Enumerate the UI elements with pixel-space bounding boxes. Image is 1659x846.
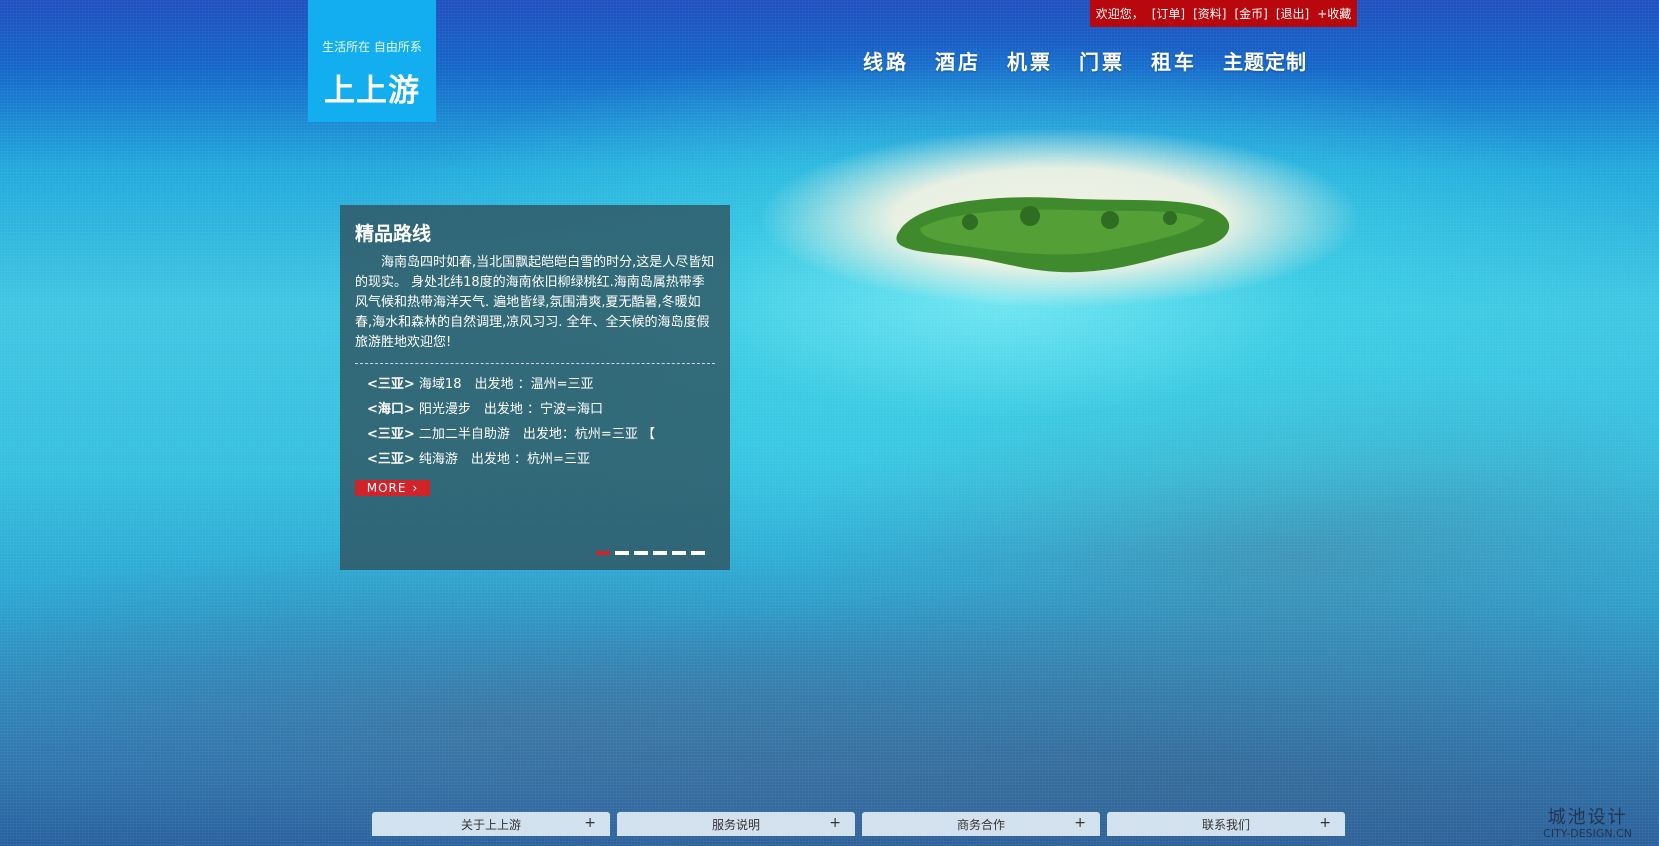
main-nav: 线路 酒店 机票 门票 租车 主题定制: [863, 46, 1307, 76]
nav-item-flights[interactable]: 机票: [1007, 46, 1053, 76]
footer-tabs: 关于上上游 + 服务说明 + 商务合作 + 联系我们 +: [372, 812, 1345, 836]
brand-tagline: 生活所在 自由所系: [322, 40, 422, 54]
slide-dot[interactable]: [634, 551, 648, 555]
plus-icon: +: [829, 815, 841, 831]
featured-routes-panel: 精品路线 海南岛四时如春,当北国飘起皑皑白雪的时分,这是人尽皆知的现实。 身处北…: [340, 205, 730, 570]
slide-indicator: [596, 551, 705, 555]
panel-title: 精品路线: [355, 223, 432, 245]
slide-dot[interactable]: [691, 551, 705, 555]
nav-item-routes[interactable]: 线路: [863, 46, 909, 76]
logout-link[interactable]: [退出]: [1276, 5, 1309, 22]
profile-link[interactable]: [资料]: [1193, 5, 1226, 22]
footer-tab-label: 关于上上游: [460, 817, 521, 832]
route-text: 阳光漫步 出发地 ：宁波=海口: [414, 402, 603, 417]
more-button[interactable]: MORE ›: [355, 480, 430, 496]
footer-tab-label: 服务说明: [711, 817, 760, 832]
watermark-en: CITY-DESIGN.CN: [1543, 827, 1632, 840]
more-label: MORE: [366, 481, 407, 495]
route-item[interactable]: <三亚> 二加二半自助游 出发地：杭州=三亚 【: [367, 422, 715, 447]
nav-item-hotels[interactable]: 酒店: [935, 46, 981, 76]
slide-dot[interactable]: [615, 551, 629, 555]
nav-item-custom-themes[interactable]: 主题定制: [1223, 46, 1307, 76]
route-destination-tag: <三亚>: [367, 452, 415, 467]
footer-tab-about[interactable]: 关于上上游 +: [372, 812, 610, 836]
nav-item-tickets[interactable]: 门票: [1079, 46, 1125, 76]
route-text: 二加二半自助游 出发地：杭州=三亚 【: [414, 427, 655, 442]
plus-icon: +: [1074, 815, 1086, 831]
brand-name: 上上游: [324, 73, 420, 109]
route-item[interactable]: <三亚> 海域18 出发地 ：温州=三亚: [367, 372, 715, 397]
footer-tab-services[interactable]: 服务说明 +: [617, 812, 855, 836]
nav-item-car-rental[interactable]: 租车: [1151, 46, 1197, 76]
route-item[interactable]: <三亚> 纯海游 出发地 ：杭州=三亚: [367, 447, 715, 472]
route-list: <三亚> 海域18 出发地 ：温州=三亚 <海口> 阳光漫步 出发地 ：宁波=海…: [355, 372, 715, 472]
footer-tab-business[interactable]: 商务合作 +: [862, 812, 1100, 836]
route-item[interactable]: <海口> 阳光漫步 出发地 ：宁波=海口: [367, 397, 715, 422]
account-bar: 欢迎您， [订单] [资料] [金币] [退出] +收藏: [1090, 0, 1357, 27]
plus-icon: +: [584, 815, 596, 831]
welcome-text: 欢迎您，: [1095, 7, 1144, 21]
favorite-link[interactable]: +收藏: [1317, 5, 1351, 22]
plus-icon: +: [1319, 815, 1331, 831]
watermark: 城池设计 CITY-DESIGN.CN: [1543, 803, 1632, 840]
chevron-right-icon: ›: [412, 481, 419, 495]
route-destination-tag: <海口>: [367, 402, 415, 417]
slide-dot[interactable]: [672, 551, 686, 555]
route-text: 海域18 出发地 ：温州=三亚: [414, 377, 594, 392]
slide-dot[interactable]: [653, 551, 667, 555]
footer-tab-contact[interactable]: 联系我们 +: [1107, 812, 1345, 836]
route-text: 纯海游 出发地 ：杭州=三亚: [414, 452, 590, 467]
island-background-image: [880, 190, 1250, 280]
panel-divider: [355, 363, 715, 364]
footer-tab-label: 商务合作: [956, 817, 1005, 832]
orders-link[interactable]: [订单]: [1152, 5, 1185, 22]
route-destination-tag: <三亚>: [367, 377, 415, 392]
panel-description: 海南岛四时如春,当北国飘起皑皑白雪的时分,这是人尽皆知的现实。 身处北纬18度的…: [355, 255, 715, 350]
route-destination-tag: <三亚>: [367, 427, 415, 442]
brand-logo[interactable]: 生活所在 自由所系 上上游: [308, 0, 436, 122]
coins-link[interactable]: [金币]: [1234, 5, 1267, 22]
slide-dot[interactable]: [596, 551, 610, 555]
footer-tab-label: 联系我们: [1201, 817, 1250, 832]
watermark-cn: 城池设计: [1547, 807, 1628, 828]
